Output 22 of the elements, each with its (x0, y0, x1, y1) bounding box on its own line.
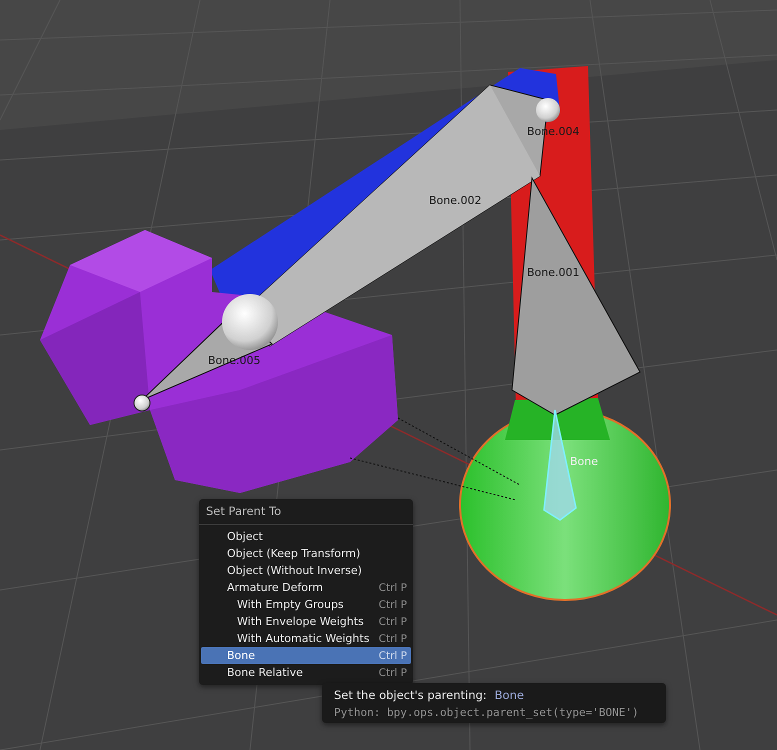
bone-label: Bone.001 (527, 266, 580, 279)
tooltip-value: Bone (494, 688, 524, 702)
menu-item[interactable]: With Empty Groups Ctrl P (201, 596, 411, 613)
shortcut-label: Ctrl P (378, 616, 407, 628)
shortcut-label: Ctrl P (378, 666, 407, 678)
menu-item[interactable]: Object (Keep Transform) (201, 545, 411, 562)
shortcut-label: Ctrl P (378, 632, 407, 644)
tooltip-description: Set the object's parenting: (334, 688, 487, 702)
tooltip-python: Python: bpy.ops.object.parent_set(type='BONE') (334, 706, 640, 719)
menu-item[interactable]: With Automatic Weights Ctrl P (201, 630, 411, 647)
menu-item[interactable]: Object (Without Inverse) (201, 562, 411, 579)
menu-item[interactable]: Object (201, 528, 411, 545)
menu-item[interactable]: Bone Relative Ctrl P (201, 664, 411, 681)
menu-item[interactable]: Armature Deform Ctrl P (201, 579, 411, 596)
bone-label: Bone (570, 455, 598, 468)
menu-title: Set Parent To (199, 499, 413, 525)
menu-item[interactable]: Bone Ctrl P (201, 647, 411, 664)
shortcut-label: Ctrl P (378, 598, 407, 610)
shortcut-label: Ctrl P (378, 582, 407, 594)
menu-item[interactable]: With Envelope Weights Ctrl P (201, 613, 411, 630)
bone-label: Bone.002 (429, 194, 482, 207)
shortcut-label: Ctrl P (378, 650, 407, 662)
